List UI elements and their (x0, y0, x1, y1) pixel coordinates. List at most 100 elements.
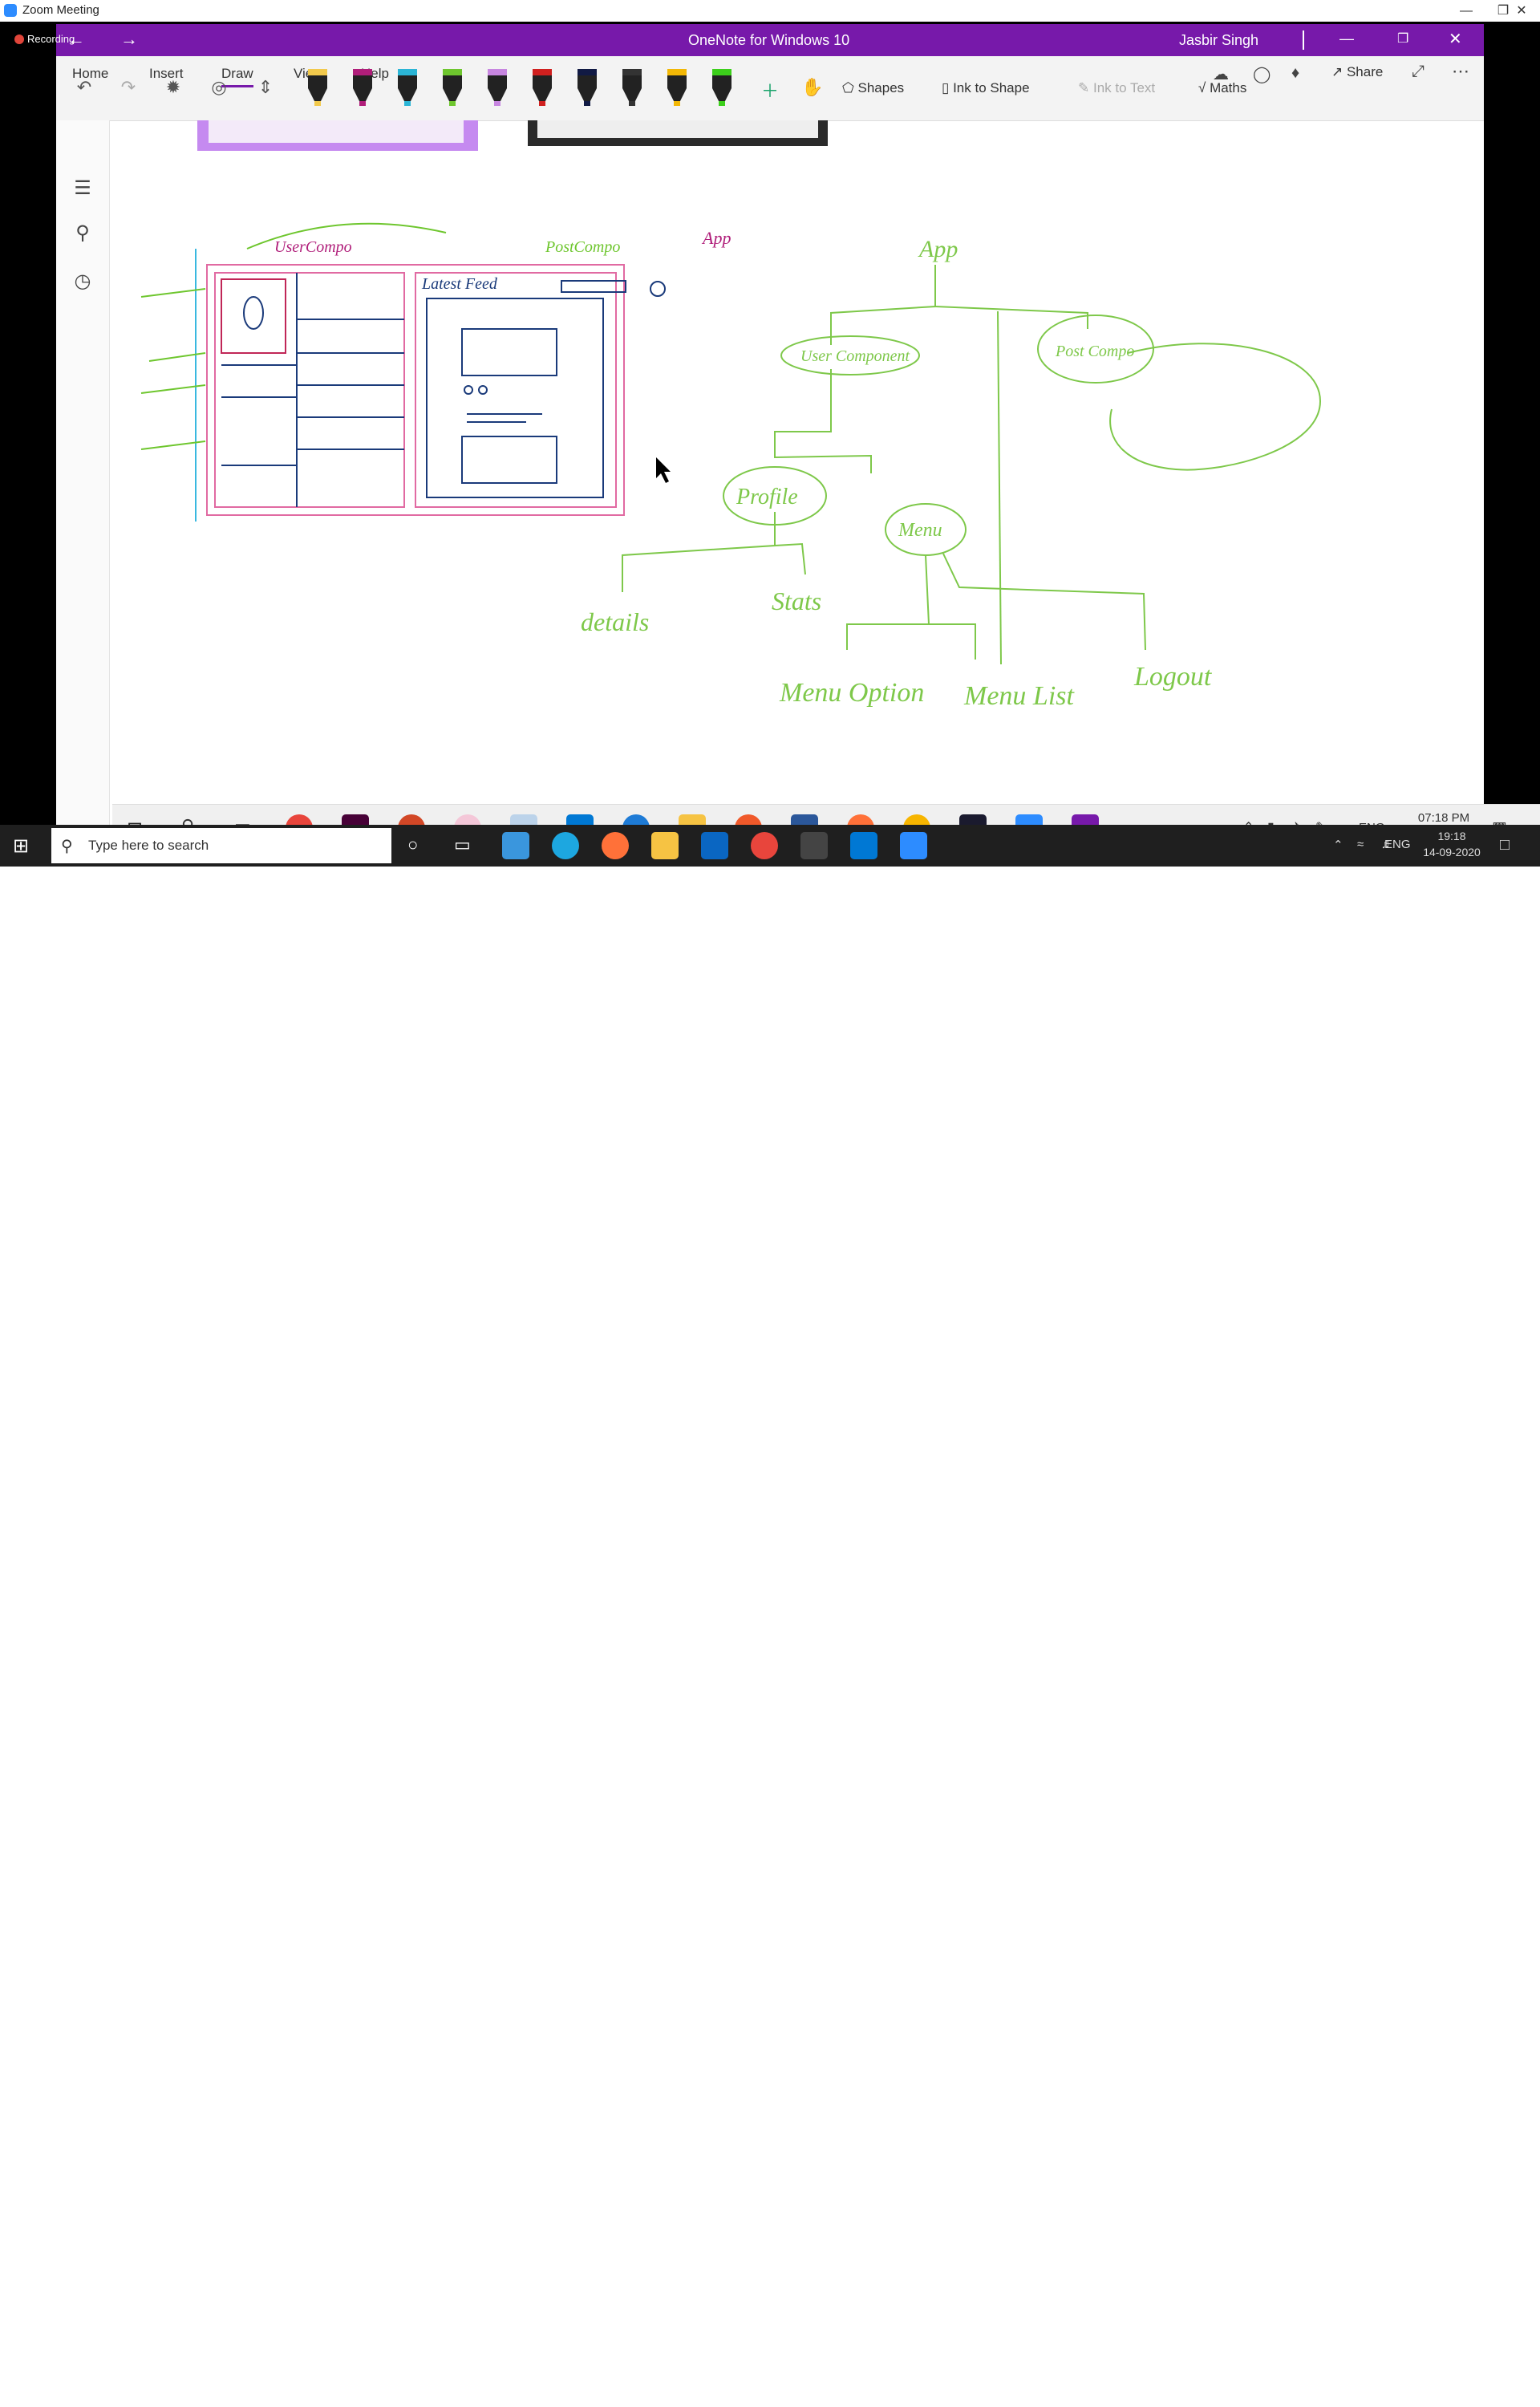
pen-tray (308, 69, 732, 106)
lasso-select-icon[interactable]: ◎ (205, 77, 233, 98)
mouse-cursor-icon (656, 457, 671, 483)
tree-menu-option-label: Menu Option (779, 678, 924, 708)
share-label: Share (1346, 64, 1384, 79)
wireframe-sketch (140, 222, 666, 522)
windows-taskbar: ⊞ ⚲ Type here to search ○ ▭ ⌃ ≈ ♫ ENG 19… (0, 825, 1540, 867)
taskview-icon[interactable]: ▭ (454, 834, 471, 855)
redo-icon[interactable]: ↷ (114, 77, 143, 98)
back-arrow-icon[interactable]: ← (67, 29, 85, 50)
pen-3-color-swatch (398, 69, 417, 75)
navigation-rail: ☰ ⚲ ◷ (56, 120, 110, 826)
tree-user-component-label: User Component (800, 347, 910, 365)
shapes-button[interactable]: ⬠ Shapes (842, 80, 904, 96)
embedded-image-2-content (537, 120, 818, 138)
remote-time: 07:18 PM (1417, 811, 1470, 825)
pen-5-icon[interactable] (488, 72, 507, 101)
app-title: OneNote for Windows 10 (688, 32, 850, 48)
local-zoom-icon[interactable] (900, 832, 927, 859)
undo-icon[interactable]: ↶ (70, 77, 99, 98)
search-placeholder: Type here to search (88, 838, 209, 853)
local-edge-icon[interactable] (552, 832, 579, 859)
pen-8-color-swatch (622, 69, 642, 75)
title-divider (1303, 30, 1304, 50)
cortana-icon[interactable]: ○ (407, 834, 418, 855)
ink-to-shape-button[interactable]: ▯ Ink to Shape (942, 80, 1030, 96)
pen-7-color-swatch (578, 69, 597, 75)
add-space-icon[interactable]: ⇕ (251, 77, 280, 98)
action-center-icon[interactable]: □ (1500, 836, 1510, 854)
pen-8-icon[interactable] (622, 72, 642, 101)
pen-6-icon[interactable] (533, 72, 552, 101)
pen-4-icon[interactable] (443, 72, 462, 101)
note-canvas[interactable]: UserCompo PostCompo App Latest Feed App … (109, 120, 1484, 804)
search-box[interactable]: ⚲ Type here to search (51, 828, 391, 863)
pen-6-color-swatch (533, 69, 552, 75)
maths-button[interactable]: √ Maths (1198, 80, 1246, 96)
pen-6-tip (539, 101, 545, 106)
local-explorer-icon[interactable] (651, 832, 679, 859)
pen-9-tip (674, 101, 680, 106)
local-vscode-icon[interactable] (850, 832, 877, 859)
pen-8-tip (629, 101, 635, 106)
app-label-magenta: App (701, 228, 731, 248)
fullscreen-icon[interactable]: ⤢ (1412, 63, 1424, 81)
zoom-title-bar: Zoom Meeting — ❐ ✕ (0, 0, 1540, 22)
store-icon[interactable] (502, 832, 529, 859)
local-time: 19:18 (1437, 830, 1466, 842)
onenote-close-button[interactable]: ✕ (1449, 29, 1462, 49)
tree-menu-list-label: Menu List (963, 681, 1076, 711)
local-tray-chevron-icon[interactable]: ⌃ (1333, 838, 1343, 852)
search-icon[interactable]: ⚲ (71, 221, 95, 246)
ink-to-shape-label: Ink to Shape (953, 80, 1030, 95)
latest-feed-label: Latest Feed (421, 275, 498, 293)
maths-label: Maths (1210, 80, 1247, 95)
share-button[interactable]: ↗ Share (1331, 64, 1383, 80)
tree-profile-label: Profile (736, 485, 798, 509)
notebooks-icon[interactable]: ☰ (71, 177, 95, 201)
start-icon[interactable]: ⊞ (13, 834, 29, 858)
pen-3-icon[interactable] (398, 72, 417, 101)
minimize-button[interactable]: — (1448, 0, 1485, 22)
pen-1-color-swatch (308, 69, 327, 75)
zoom-app-icon (4, 4, 17, 17)
lightbulb-icon[interactable]: ◯ (1253, 64, 1270, 84)
local-clock[interactable]: 19:18 14-09-2020 (1418, 830, 1485, 858)
pen-7-tip (584, 101, 590, 106)
cmd-icon[interactable] (800, 832, 828, 859)
post-component-label: PostCompo (545, 238, 620, 256)
bell-icon[interactable]: ♦ (1291, 64, 1299, 83)
ink-to-text-label: Ink to Text (1092, 80, 1156, 95)
tree-details-label: details (581, 607, 649, 636)
local-lang-text: ENG (1384, 838, 1411, 851)
touch-draw-icon[interactable]: ✋ (798, 77, 827, 98)
add-pen-icon[interactable]: ＋ (756, 77, 784, 103)
pen-7-icon[interactable] (578, 72, 597, 101)
tree-stats-label: Stats (772, 587, 821, 615)
local-firefox-icon[interactable] (602, 832, 629, 859)
pen-9-icon[interactable] (667, 72, 687, 101)
tree-root-label: App (918, 236, 958, 262)
ink-to-text-button[interactable]: ✎ Ink to Text (1078, 80, 1155, 96)
user-name[interactable]: Jasbir Singh (1179, 32, 1258, 49)
forward-arrow-icon[interactable]: → (120, 29, 138, 50)
component-tree (622, 265, 1322, 665)
more-options-icon[interactable]: ⋯ (1452, 61, 1469, 82)
pen-2-icon[interactable] (353, 72, 372, 101)
onenote-restore-button[interactable]: ❐ (1397, 30, 1408, 47)
local-chrome-icon[interactable] (751, 832, 778, 859)
onenote-minimize-button[interactable]: — (1339, 30, 1354, 47)
pen-10-icon[interactable] (712, 72, 732, 101)
recent-notes-icon[interactable]: ◷ (71, 270, 95, 294)
pen-5-tip (494, 101, 500, 106)
local-wifi-icon[interactable]: ≈ (1357, 838, 1364, 851)
pen-10-color-swatch (712, 69, 732, 75)
shapes-label: Shapes (857, 80, 905, 95)
local-lang-label[interactable]: ENG (1384, 838, 1411, 851)
close-button[interactable]: ✕ (1503, 0, 1540, 22)
pen-4-color-swatch (443, 69, 462, 75)
pen-1-icon[interactable] (308, 72, 327, 101)
lasso-text-icon[interactable]: ✹ (159, 77, 188, 98)
mail-icon[interactable] (701, 832, 728, 859)
recording-dot-icon (14, 35, 24, 44)
pen-10-tip (719, 101, 725, 106)
